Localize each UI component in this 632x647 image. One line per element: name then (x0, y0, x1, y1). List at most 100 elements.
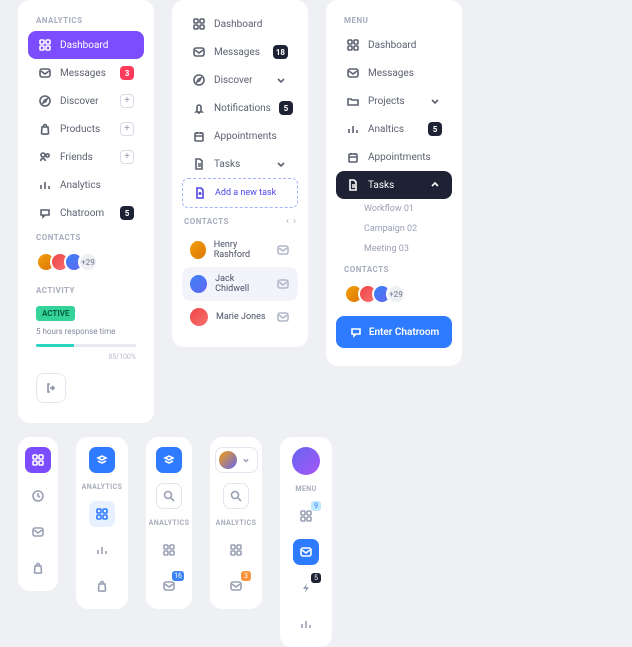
search-button[interactable] (223, 483, 249, 509)
nav-messages[interactable]: Messages (336, 59, 452, 87)
clock-button[interactable] (25, 483, 51, 509)
nav-label: Messages (368, 68, 442, 79)
badge: 5 (120, 206, 134, 220)
nav-appointments[interactable]: Appointments (336, 143, 452, 171)
enter-label: Enter Chatroom (369, 327, 439, 338)
section-label: ANALYTICS (28, 10, 144, 31)
nav-discover[interactable]: Discover + (28, 87, 144, 115)
section-label: MENU (336, 10, 452, 31)
nav-dashboard[interactable]: Dashboard (336, 31, 452, 59)
nav-chatroom[interactable]: Chatroom 5 (28, 199, 144, 227)
mail-icon[interactable] (276, 310, 290, 324)
chat-icon (38, 206, 52, 220)
mail-icon[interactable] (276, 243, 290, 257)
chevron-down-icon (428, 94, 442, 108)
chart-button[interactable] (293, 611, 319, 637)
sidebar-panel-3: MENU Dashboard Messages Projects Analtic… (326, 0, 462, 366)
logout-button[interactable] (36, 373, 66, 403)
dashboard-button[interactable]: 9 (293, 503, 319, 529)
compass-icon (38, 94, 52, 108)
avatar-more[interactable]: +29 (78, 252, 98, 272)
dashboard-button[interactable] (156, 537, 182, 563)
avatar (190, 241, 206, 259)
badge: 3 (241, 571, 251, 581)
contacts-pager[interactable]: ‹› (286, 216, 296, 227)
nav-messages[interactable]: Messages 18 (182, 38, 298, 66)
mail-button[interactable]: 16 (156, 573, 182, 599)
chevron-down-icon (274, 157, 288, 171)
tasks-sublist: Workflow 01 Campaign 02 Meeting 03 (336, 199, 452, 259)
mail-button[interactable] (25, 519, 51, 545)
nav-projects[interactable]: Projects (336, 87, 452, 115)
nav-notifications[interactable]: Notifications 5 (182, 94, 298, 122)
avatar (219, 451, 237, 469)
nav-products[interactable]: Products + (28, 115, 144, 143)
section-label: CONTACTS (28, 227, 144, 248)
nav-messages[interactable]: Messages 3 (28, 59, 144, 87)
nav-tasks[interactable]: Tasks (336, 171, 452, 199)
sublist-item[interactable]: Campaign 02 (364, 219, 452, 239)
nav-friends[interactable]: Friends + (28, 143, 144, 171)
section-label: MENU (295, 485, 316, 493)
nav-discover[interactable]: Discover (182, 66, 298, 94)
bag-button[interactable] (89, 573, 115, 599)
flash-button[interactable]: 5 (293, 575, 319, 601)
add-button[interactable]: + (120, 150, 134, 164)
document-icon (192, 157, 206, 171)
nav-dashboard[interactable]: Dashboard (182, 10, 298, 38)
nav-appointments[interactable]: Appointments (182, 122, 298, 150)
mail-button[interactable]: 3 (223, 573, 249, 599)
chart-button[interactable] (89, 537, 115, 563)
dashboard-button[interactable] (89, 501, 115, 527)
status-chip: ACTIVE (36, 306, 75, 321)
prev-icon[interactable]: ‹ (286, 216, 289, 227)
nav-label: Notifications (214, 103, 271, 114)
sidebar-panel-2: Dashboard Messages 18 Discover Notificat… (172, 0, 308, 347)
dashboard-button[interactable] (223, 537, 249, 563)
contact-row[interactable]: Jack Chidwell (182, 267, 298, 301)
logo-button[interactable] (156, 447, 182, 473)
sublist-item[interactable]: Meeting 03 (364, 239, 452, 259)
section-label: ANALYTICS (82, 483, 123, 491)
nav-label: Messages (214, 47, 265, 58)
avatar-more[interactable]: +29 (386, 284, 406, 304)
mini-sidebar-5: MENU 9 5 (280, 437, 332, 647)
add-doc-icon (193, 186, 207, 200)
contact-avatars[interactable]: +29 (336, 280, 452, 312)
users-icon (38, 150, 52, 164)
calendar-icon (192, 129, 206, 143)
contact-row[interactable]: Henry Rashford (182, 233, 298, 267)
contact-name: Jack Chidwell (215, 274, 268, 294)
nav-label: Appointments (368, 152, 442, 163)
avatar (190, 275, 207, 293)
next-icon[interactable]: › (293, 216, 296, 227)
mini-sidebar-3: ANALYTICS 16 (146, 437, 192, 609)
nav-label: Appointments (214, 131, 288, 142)
add-task-button[interactable]: Add a new task (182, 178, 298, 208)
section-label: ACTIVITY (28, 280, 144, 301)
mail-button[interactable] (293, 539, 319, 565)
enter-chatroom-button[interactable]: Enter Chatroom (336, 316, 452, 348)
avatar[interactable] (292, 447, 320, 475)
nav-analytics[interactable]: Analytics (28, 171, 144, 199)
mail-icon[interactable] (276, 277, 290, 291)
sublist-item[interactable]: Workflow 01 (364, 199, 452, 219)
mini-sidebar-4: ANALYTICS 3 (210, 437, 262, 609)
compass-icon (192, 73, 206, 87)
nav-dashboard[interactable]: Dashboard (28, 31, 144, 59)
logo-button[interactable] (89, 447, 115, 473)
chevron-down-icon (274, 73, 288, 87)
contact-avatars[interactable]: +29 (28, 248, 144, 280)
contact-row[interactable]: Marie Jones (182, 301, 298, 333)
add-button[interactable]: + (120, 122, 134, 136)
add-button[interactable]: + (120, 94, 134, 108)
section-label: CONTACTS (336, 259, 452, 280)
section-label: ANALYTICS (149, 519, 190, 527)
search-button[interactable] (156, 483, 182, 509)
nav-tasks[interactable]: Tasks (182, 150, 298, 178)
dashboard-button[interactable] (25, 447, 51, 473)
user-menu[interactable] (215, 447, 258, 473)
contact-name: Henry Rashford (214, 240, 268, 260)
nav-analytics[interactable]: Analtics 5 (336, 115, 452, 143)
bag-button[interactable] (25, 555, 51, 581)
